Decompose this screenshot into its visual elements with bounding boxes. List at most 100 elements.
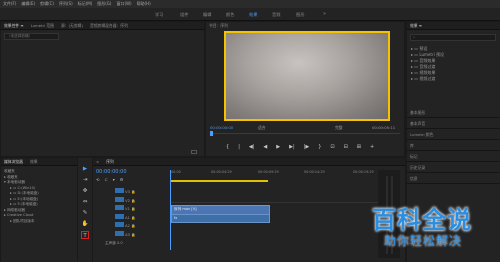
timeline-header: × 序列 — [93, 158, 405, 166]
pen-tool-icon[interactable]: ✎ — [81, 209, 89, 217]
section-essential-graphics[interactable]: 基本图形 — [407, 107, 500, 118]
menu-item[interactable]: 剪辑(C) — [40, 1, 54, 7]
lock-icon: 🔒 — [131, 207, 136, 211]
lock-icon: 🔒 — [131, 190, 136, 194]
source-panel-tabs: 效果控件 ≡ Lumetri 范围 源：(无剪辑) 音频剪辑混合器：序列 — [1, 22, 204, 30]
workspace-tab-graphics[interactable]: 图形 — [296, 12, 304, 18]
workspace-tab-learning[interactable]: 学习 — [155, 12, 163, 18]
effects-folder[interactable]: ▸ ▭ 视频过渡 — [411, 76, 496, 82]
go-to-in-button[interactable]: ◀| — [249, 144, 255, 150]
fit-dropdown[interactable]: 适合 — [258, 125, 266, 131]
workspace-tab-editing[interactable]: 编辑 — [203, 12, 211, 18]
ruler-tick: 00:00 — [171, 170, 181, 174]
panel-settings-icon[interactable] — [191, 150, 197, 154]
compare-view-button[interactable]: ⊞ — [357, 144, 361, 150]
media-browser-panel: 媒体浏览器 效果 收藏夹 ▸ 收藏夹 ▾ 本地驱动器 ▸ ▭ C:(Win10)… — [1, 158, 77, 262]
section-history[interactable]: 历史记录 — [407, 162, 500, 173]
section-markers[interactable]: 标记 — [407, 151, 500, 162]
ripple-edit-tool-icon[interactable]: ✥ — [81, 187, 89, 195]
menu-item[interactable]: 窗口(W) — [116, 1, 131, 7]
track-select-tool-icon[interactable]: ⇥ — [81, 176, 89, 184]
section-essential-sound[interactable]: 基本声音 — [407, 118, 500, 129]
watermark-title: 百科全说 — [372, 206, 472, 234]
folder-icon: ▭ — [414, 58, 419, 63]
menu-item[interactable]: 标记(M) — [78, 1, 93, 7]
tab-effect-controls[interactable]: 效果控件 ≡ — [4, 23, 24, 29]
tools-panel: ▶ ⇥ ✥ ⇔ ✎ ✋ T — [78, 158, 92, 262]
quality-dropdown[interactable]: 完整 — [335, 125, 343, 131]
workspace-tab-effects[interactable]: 效果 — [249, 12, 257, 18]
timeline-ruler[interactable]: 00:00 00:00:04:29 00:00:09:29 00:00:14:2… — [170, 170, 398, 178]
timeline-playhead[interactable] — [170, 170, 171, 250]
razor-tool-icon[interactable]: ⇔ — [81, 198, 89, 206]
workspace-tab-color[interactable]: 颜色 — [226, 12, 234, 18]
drive-icon: ▭ — [12, 185, 17, 190]
tab-effects[interactable]: 效果 — [30, 159, 38, 165]
marker-icon[interactable]: ▾ — [113, 177, 115, 182]
sequence-tab[interactable]: 序列 — [106, 159, 114, 165]
add-button[interactable]: + — [370, 144, 374, 150]
source-panel: 效果控件 ≡ Lumetri 范围 源：(无剪辑) 音频剪辑混合器：序列 （未选… — [1, 22, 204, 156]
step-back-button[interactable]: ◀ — [263, 144, 267, 150]
program-timecode[interactable]: 00:00:00:00 — [210, 125, 233, 130]
effects-search-input[interactable]: ⌕ — [410, 34, 496, 41]
folder-icon: ▭ — [414, 76, 419, 81]
menu-item[interactable]: 图形(G) — [97, 1, 111, 7]
tab-media-browser[interactable]: 媒体浏览器 — [4, 159, 23, 165]
section-lumetri-color[interactable]: Lumetri 颜色 — [407, 129, 500, 140]
linked-selection-icon[interactable]: ⊂ — [104, 177, 107, 182]
menu-item[interactable]: 序列(S) — [59, 1, 73, 7]
track-header: A1 🔒 — [105, 213, 169, 223]
tree-item[interactable]: ▸ 团队项目版本 — [4, 219, 74, 225]
ruler-tick: 00:00:09:29 — [258, 170, 279, 174]
lock-icon: 🔒 — [131, 198, 136, 203]
lift-button[interactable]: } — [318, 144, 321, 150]
tab-source[interactable]: 源：(无剪辑) — [61, 23, 83, 29]
selection-tool-icon[interactable]: ▶ — [81, 165, 89, 173]
lock-icon: 🔒 — [131, 215, 136, 220]
program-playhead[interactable] — [210, 131, 213, 136]
work-area-bar[interactable] — [171, 180, 268, 182]
hand-tool-icon[interactable]: ✋ — [81, 220, 89, 228]
play-button[interactable]: ▶ — [276, 144, 280, 150]
folder-icon: ▭ — [414, 46, 419, 51]
ruler-tick: 00:00:19:29 — [353, 170, 374, 174]
export-frame-button[interactable]: ⊟ — [344, 144, 348, 150]
menu-item[interactable]: 帮助(H) — [137, 1, 151, 7]
menu-bar: 文件(F) 编辑(E) 剪辑(C) 序列(S) 标记(M) 图形(G) 窗口(W) 帮助(H) — [0, 0, 500, 8]
effects-panel-title: 效果 ≡ — [410, 22, 422, 28]
track-headers: V3 🔒 V2 🔒 V1 🔒 A1 🔒 A2 🔒 A3 🔒 主声道 0.0 — [105, 188, 169, 248]
step-forward-button[interactable]: ▶| — [289, 144, 295, 150]
mark-out-button[interactable]: | — [238, 144, 240, 150]
menu-item[interactable]: 编辑(E) — [21, 1, 35, 7]
snap-icon[interactable]: ⟲ — [96, 177, 99, 182]
section-libraries[interactable]: 库 — [407, 140, 500, 151]
workspace-tab-assembly[interactable]: 组件 — [180, 12, 188, 18]
program-scrubber[interactable] — [210, 133, 400, 134]
tab-lumetri-scopes[interactable]: Lumetri 范围 — [31, 23, 54, 29]
close-icon[interactable]: × — [96, 159, 99, 164]
media-tree: 收藏夹 ▸ 收藏夹 ▾ 本地驱动器 ▸ ▭ C:(Win10) ▸ ▭ D:(本… — [1, 166, 77, 227]
drive-icon: ▭ — [12, 191, 17, 195]
workspace-more-button[interactable]: » — [323, 11, 326, 17]
text-tool-icon[interactable]: T — [81, 231, 89, 239]
workspace-tab-audio[interactable]: 音频 — [272, 12, 280, 18]
audio-clip[interactable]: fx — [171, 214, 270, 223]
right-panel-sections: 基本图形 基本声音 Lumetri 颜色 库 标记 历史记录 信息 — [407, 107, 500, 184]
mark-in-button[interactable]: { — [226, 144, 229, 150]
program-video-frame — [224, 31, 390, 121]
extract-button[interactable]: ⊡ — [330, 144, 334, 150]
lock-icon: 🔒 — [131, 224, 136, 228]
wrench-icon[interactable]: ⚙ — [120, 177, 124, 182]
program-duration: 00:00:05:11 — [372, 125, 396, 130]
go-to-out-button[interactable]: |▶ — [304, 144, 310, 150]
track-divider — [170, 202, 398, 203]
effects-panel-header: 效果 ≡ — [407, 22, 500, 30]
drive-icon: ▭ — [12, 196, 17, 201]
timeline-timecode[interactable]: 00:00:00:00 — [96, 169, 127, 175]
menu-item[interactable]: 文件(F) — [3, 1, 16, 7]
tab-audio-clip-mixer[interactable]: 音频剪辑混合器：序列 — [90, 23, 128, 29]
drive-icon: ▭ — [12, 202, 17, 206]
section-info[interactable]: 信息 — [407, 173, 500, 184]
program-monitor-header: 节目：序列 — [206, 22, 404, 30]
